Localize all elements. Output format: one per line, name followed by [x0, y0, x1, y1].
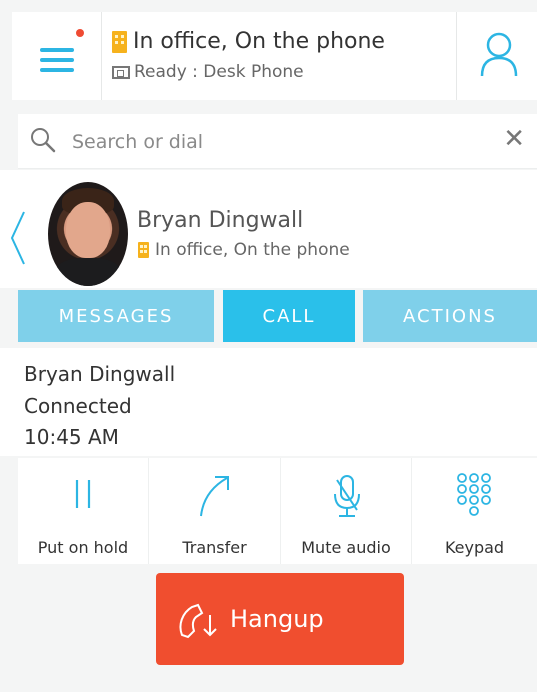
hangup-button[interactable]: Hangup — [156, 573, 404, 665]
transfer-icon — [200, 476, 229, 517]
mute-label: Mute audio — [301, 538, 391, 557]
keypad-button[interactable]: Keypad — [412, 458, 537, 564]
mute-button[interactable]: Mute audio — [281, 458, 412, 564]
tab-messages[interactable]: MESSAGES — [18, 290, 214, 342]
presence-selector[interactable]: In office, On the phone Ready : Desk Pho… — [102, 12, 457, 100]
call-actions: Put on hold Transfer Mute audio Keypad — [18, 458, 537, 564]
tab-actions[interactable]: ACTIONS — [363, 290, 537, 342]
search-icon — [31, 128, 56, 153]
device-status-text: Ready : Desk Phone — [134, 62, 304, 82]
chevron-left-icon[interactable] — [8, 210, 28, 266]
presence-text: In office, On the phone — [133, 29, 385, 54]
keypad-icon — [457, 473, 491, 516]
building-icon — [138, 242, 149, 258]
transfer-button[interactable]: Transfer — [149, 458, 281, 564]
call-info: Bryan Dingwall Connected 10:45 AM — [0, 348, 537, 456]
search-bar: ✕ — [18, 114, 537, 169]
hold-button[interactable]: Put on hold — [18, 458, 149, 564]
hamburger-icon — [40, 48, 74, 78]
tab-bar: MESSAGES CALL ACTIONS — [18, 290, 537, 342]
menu-button[interactable] — [12, 12, 102, 100]
notification-dot — [76, 29, 84, 37]
top-bar: In office, On the phone Ready : Desk Pho… — [12, 12, 537, 100]
contact-avatar — [48, 182, 128, 286]
contact-name: Bryan Dingwall — [137, 208, 304, 233]
presence-status: In office, On the phone — [112, 29, 385, 54]
pause-icon — [75, 480, 91, 508]
call-state: Connected — [24, 394, 132, 418]
close-icon[interactable]: ✕ — [503, 126, 525, 152]
device-status: Ready : Desk Phone — [112, 62, 304, 82]
user-icon — [480, 32, 518, 77]
contact-presence-text: In office, On the phone — [155, 240, 350, 260]
search-input[interactable] — [70, 124, 494, 160]
desk-phone-icon — [112, 65, 130, 79]
contact-card: Bryan Dingwall In office, On the phone — [0, 170, 537, 288]
building-icon — [112, 30, 127, 53]
caller-name: Bryan Dingwall — [24, 362, 176, 386]
microphone-mute-icon — [334, 475, 360, 517]
profile-button[interactable] — [457, 12, 537, 100]
transfer-label: Transfer — [182, 538, 247, 557]
hangup-phone-icon — [179, 603, 217, 639]
hold-label: Put on hold — [37, 538, 129, 557]
contact-presence: In office, On the phone — [138, 240, 350, 260]
keypad-label: Keypad — [444, 538, 505, 557]
hangup-label: Hangup — [230, 605, 324, 633]
tab-call[interactable]: CALL — [223, 290, 355, 342]
call-time: 10:45 AM — [24, 425, 119, 449]
